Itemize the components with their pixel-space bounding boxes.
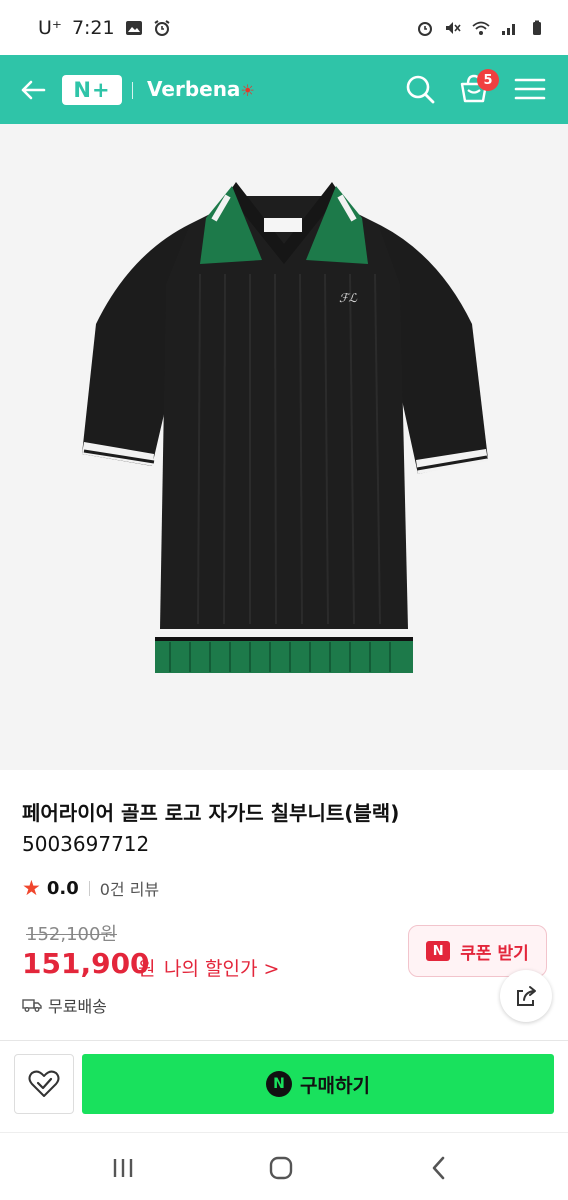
- status-right: [416, 20, 546, 36]
- favorite-button[interactable]: [14, 1054, 74, 1114]
- share-button[interactable]: [500, 970, 552, 1022]
- system-nav-bar: [0, 1132, 568, 1200]
- svg-text:ℱℒ: ℱℒ: [339, 291, 357, 305]
- brand-sun-icon: ☀: [240, 81, 255, 100]
- recent-apps-icon[interactable]: [108, 1153, 138, 1183]
- shipping-info: 무료배송: [22, 993, 107, 1017]
- alarm-icon: [154, 19, 170, 36]
- product-page: U⁺ 7:21 N+ Verbena☀ 5 ℱℒ 페어라이어 골프 로고 자가드…: [0, 0, 568, 1200]
- clock: 7:21: [71, 16, 115, 39]
- original-price: 152,100원: [26, 924, 117, 945]
- home-icon[interactable]: [266, 1153, 296, 1183]
- sale-price: 151,900: [22, 947, 150, 980]
- back-arrow-icon[interactable]: [18, 75, 48, 105]
- wifi-icon: [472, 21, 490, 35]
- knit-polo-illustration: ℱℒ: [82, 182, 488, 673]
- rating-row: ★ 0.0 0건 리뷰: [22, 876, 159, 900]
- buy-button[interactable]: N 구매하기: [82, 1054, 554, 1114]
- battery-icon: [533, 20, 541, 35]
- brand-name[interactable]: Verbena☀: [147, 77, 255, 101]
- product-image[interactable]: ℱℒ: [0, 124, 568, 770]
- coupon-n-icon: N: [426, 941, 451, 961]
- shipping-label: 무료배송: [48, 997, 107, 1016]
- product-code: 5003697712: [22, 832, 150, 856]
- currency-unit: 원: [138, 958, 156, 980]
- alarm-status-icon: [418, 21, 432, 36]
- back-nav-icon[interactable]: [424, 1153, 454, 1183]
- carrier-label: U⁺: [38, 16, 62, 39]
- my-discount-link[interactable]: 나의 할인가 >: [164, 954, 279, 981]
- review-count-link[interactable]: 0건 리뷰: [100, 876, 159, 900]
- mute-icon: [446, 21, 461, 34]
- brand-label: Verbena: [147, 77, 241, 101]
- status-left: U⁺ 7:21: [38, 17, 171, 39]
- rating-separator: [88, 880, 90, 896]
- coupon-label: 쿠폰 받기: [460, 943, 529, 964]
- hamburger-menu-icon[interactable]: [512, 71, 548, 107]
- signal-icon: [502, 23, 515, 35]
- search-icon[interactable]: [402, 71, 438, 107]
- truck-icon: [22, 999, 42, 1012]
- section-divider: [0, 1040, 568, 1041]
- gallery-icon: [125, 20, 142, 35]
- rating-value: 0.0: [46, 877, 79, 899]
- header-divider: [132, 82, 133, 99]
- heart-check-icon: [28, 1070, 60, 1097]
- buy-label: 구매하기: [300, 1074, 370, 1097]
- naver-n-icon: N: [266, 1071, 293, 1097]
- product-title: 페어라이어 골프 로고 자가드 칠부니트(블랙): [22, 801, 400, 825]
- cart-count-badge: 5: [477, 69, 499, 91]
- status-bar: U⁺ 7:21: [0, 0, 568, 55]
- star-icon: ★: [22, 876, 41, 900]
- share-icon: [517, 986, 536, 1006]
- nplus-logo[interactable]: N+: [62, 75, 122, 105]
